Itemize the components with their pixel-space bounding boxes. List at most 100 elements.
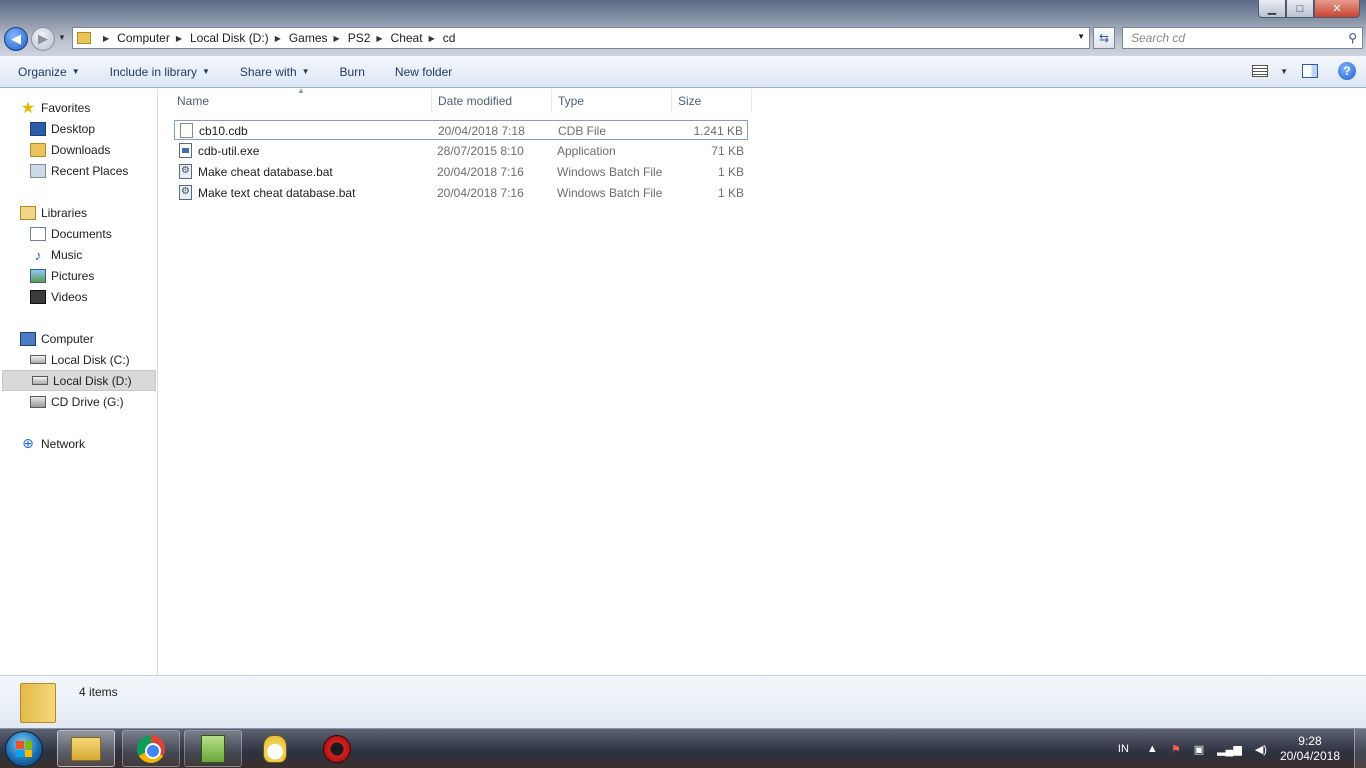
chevron-right-icon[interactable]: ▶ — [103, 34, 109, 43]
taskbar-windows-explorer[interactable] — [57, 730, 115, 767]
file-type: Windows Batch File — [557, 165, 663, 179]
file-row[interactable]: cdb-util.exe 28/07/2015 8:10 Application… — [174, 141, 748, 161]
breadcrumb-ps2[interactable]: PS2 — [348, 31, 371, 45]
sidebar-item-label: Network — [41, 436, 86, 451]
chevron-right-icon[interactable]: ▶ — [429, 34, 435, 43]
search-icon[interactable]: ⚲ — [1348, 31, 1357, 45]
speaker-icon[interactable]: ◀) — [1255, 743, 1267, 756]
taskbar-red-circle-app[interactable] — [308, 730, 366, 767]
sidebar-item-favorites[interactable]: ★ Favorites — [20, 97, 91, 118]
sidebar-item-music[interactable]: ♪ Music — [30, 244, 83, 265]
chevron-right-icon[interactable]: ▶ — [376, 34, 382, 43]
search-input[interactable]: Search cd ⚲ — [1122, 27, 1363, 49]
preview-pane-icon[interactable] — [1302, 64, 1318, 78]
maximize-button[interactable]: □ — [1286, 0, 1314, 18]
column-header-label: Type — [558, 94, 585, 108]
sidebar-item-local-disk-d[interactable]: Local Disk (D:) — [2, 370, 156, 391]
close-button[interactable]: ✕ — [1314, 0, 1360, 18]
show-hidden-icons-icon[interactable]: ▲ — [1147, 743, 1158, 755]
breadcrumb-computer[interactable]: Computer — [117, 31, 170, 45]
language-indicator[interactable]: IN — [1118, 743, 1129, 755]
show-desktop-button[interactable] — [1354, 729, 1366, 768]
breadcrumb-cd[interactable]: cd — [443, 31, 456, 45]
refresh-button[interactable]: ⇆ — [1093, 27, 1115, 49]
new-folder-button[interactable]: New folder — [395, 65, 452, 79]
breadcrumb-local-disk-d[interactable]: Local Disk (D:) — [190, 31, 269, 45]
chevron-right-icon[interactable]: ▶ — [334, 34, 340, 43]
music-note-icon: ♪ — [34, 246, 42, 263]
clock[interactable]: 9:28 20/04/2018 — [1280, 734, 1340, 764]
column-header-type[interactable]: Type — [552, 89, 672, 113]
sidebar-item-libraries[interactable]: Libraries — [20, 202, 87, 223]
back-button[interactable]: ◀ — [4, 27, 28, 51]
file-date: 20/04/2018 7:16 — [437, 165, 524, 179]
minimize-button[interactable]: ▁ — [1258, 0, 1286, 18]
action-center-flag-icon[interactable]: ⚑ — [1171, 743, 1181, 756]
caret-down-icon: ▼ — [301, 67, 310, 76]
sidebar-item-videos[interactable]: Videos — [30, 286, 87, 307]
item-count: 4 items — [79, 685, 118, 699]
forward-button[interactable]: ▶ — [31, 27, 55, 51]
breadcrumb-games[interactable]: Games — [289, 31, 328, 45]
network-icon: ⊕ — [22, 435, 34, 451]
taskbar-notepad-plus-plus[interactable] — [184, 730, 242, 767]
taskbar-google-chrome[interactable] — [122, 730, 180, 767]
sidebar-item-pictures[interactable]: Pictures — [30, 265, 94, 286]
start-button[interactable] — [5, 731, 43, 767]
caret-down-icon: ▼ — [202, 67, 210, 76]
column-header-name[interactable]: Name — [171, 89, 432, 113]
share-with-button[interactable]: Share with ▼ — [240, 65, 310, 79]
help-icon[interactable]: ? — [1338, 62, 1356, 80]
column-header-size[interactable]: Size — [672, 89, 752, 113]
sidebar-item-label: Local Disk (D:) — [53, 373, 132, 388]
breadcrumb-cheat[interactable]: Cheat — [391, 31, 423, 45]
arrow-right-icon: ▶ — [38, 31, 48, 46]
sidebar-item-computer[interactable]: Computer — [20, 328, 94, 349]
videos-icon — [30, 289, 46, 304]
file-row[interactable]: cb10.cdb 20/04/2018 7:18 CDB File 1.241 … — [174, 120, 748, 140]
sidebar-item-label: Recent Places — [51, 163, 129, 178]
breadcrumb: ▶ Computer ▶ Local Disk (D:) ▶ Games ▶ P… — [97, 31, 455, 45]
file-size: 71 KB — [711, 144, 744, 158]
sidebar-item-label: Music — [51, 247, 83, 262]
share-with-label: Share with — [239, 64, 297, 79]
recent-pages-dropdown[interactable]: ▼ — [58, 33, 66, 42]
sidebar-item-cd-drive-g[interactable]: CD Drive (G:) — [30, 391, 124, 412]
sidebar-item-label: Favorites — [41, 100, 91, 115]
address-bar[interactable]: ▶ Computer ▶ Local Disk (D:) ▶ Games ▶ P… — [72, 27, 1090, 49]
sidebar-item-network[interactable]: ⊕ Network — [20, 433, 85, 454]
network-signal-icon[interactable]: ▂▄▆ — [1217, 743, 1242, 756]
address-dropdown[interactable]: ▼ — [1077, 32, 1085, 41]
computer-icon — [20, 331, 36, 346]
include-in-library-label: Include in library — [109, 64, 197, 79]
organize-button[interactable]: Organize ▼ — [18, 65, 80, 79]
downloads-folder-icon — [30, 142, 46, 157]
burn-button[interactable]: Burn — [340, 65, 365, 79]
libraries-icon — [20, 205, 36, 220]
taskbar-tux-app[interactable] — [246, 730, 304, 767]
sidebar-item-local-disk-c[interactable]: Local Disk (C:) — [30, 349, 130, 370]
chevron-right-icon[interactable]: ▶ — [176, 34, 182, 43]
file-date: 28/07/2015 8:10 — [437, 144, 524, 158]
view-options-dropdown[interactable]: ▼ — [1280, 67, 1288, 76]
sidebar-item-desktop[interactable]: Desktop — [30, 118, 95, 139]
generic-file-icon — [180, 123, 193, 138]
include-in-library-button[interactable]: Include in library ▼ — [110, 65, 210, 79]
file-row[interactable]: Make text cheat database.bat 20/04/2018 … — [174, 183, 748, 203]
sidebar-item-documents[interactable]: Documents — [30, 223, 112, 244]
change-view-icon[interactable] — [1252, 65, 1269, 77]
sidebar-item-label: Local Disk (C:) — [51, 352, 130, 367]
chevron-right-icon[interactable]: ▶ — [275, 34, 281, 43]
sidebar-item-label: CD Drive (G:) — [51, 394, 124, 409]
column-header-date-modified[interactable]: Date modified — [432, 89, 552, 113]
sidebar-item-recent-places[interactable]: Recent Places — [30, 160, 128, 181]
refresh-icon: ⇆ — [1098, 31, 1110, 45]
file-row[interactable]: Make cheat database.bat 20/04/2018 7:16 … — [174, 162, 748, 182]
notepad-plus-plus-icon — [201, 734, 225, 763]
device-icon[interactable]: ▣ — [1194, 743, 1204, 756]
file-name: cdb-util.exe — [198, 144, 260, 158]
desktop-icon — [30, 121, 46, 136]
sidebar-item-downloads[interactable]: Downloads — [30, 139, 110, 160]
title-bar: ▁ □ ✕ ◀ ▶ ▼ ▶ Computer ▶ Local Disk (D:)… — [0, 0, 1366, 56]
file-date: 20/04/2018 7:18 — [438, 124, 525, 138]
